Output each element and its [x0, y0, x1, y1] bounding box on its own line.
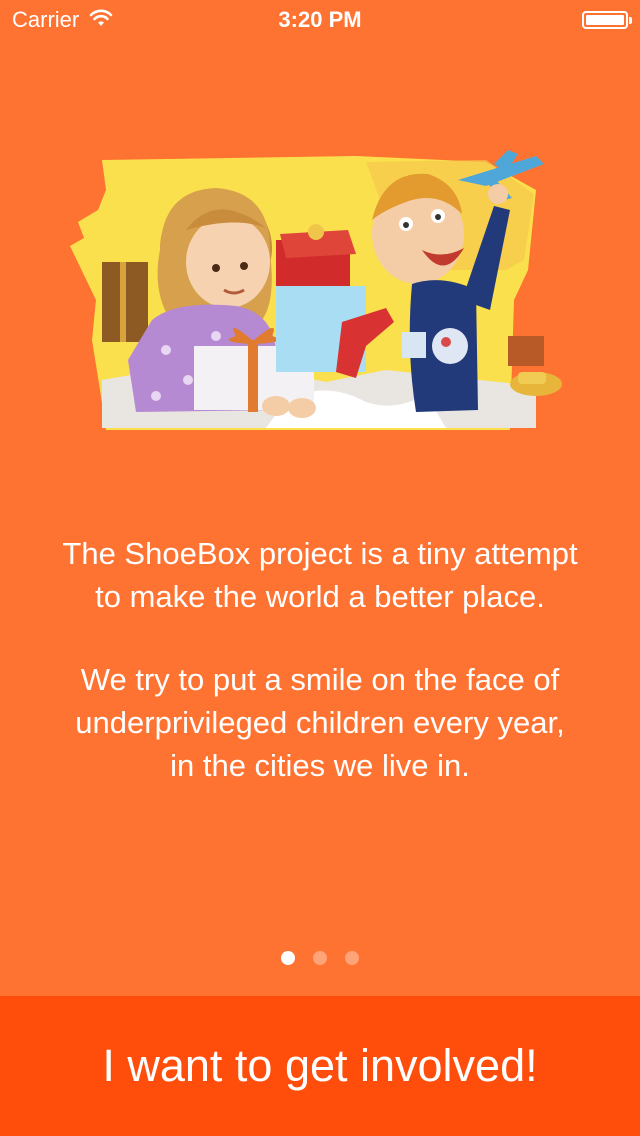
onboarding-screen: Carrier 3:20 PM The ShoeBox project is a… — [0, 0, 640, 1136]
intro-paragraph: We try to put a smile on the face of und… — [75, 662, 565, 783]
status-bar: Carrier 3:20 PM — [0, 0, 640, 40]
page-dot-active[interactable] — [281, 951, 295, 965]
status-left: Carrier — [0, 7, 113, 33]
wifi-icon — [89, 7, 113, 33]
intro-text: The ShoeBox project is a tiny attempt to… — [60, 532, 580, 787]
children-opening-gifts-illustration — [66, 150, 576, 432]
carrier-label: Carrier — [12, 7, 80, 32]
intro-paragraph: The ShoeBox project is a tiny attempt to… — [62, 536, 578, 614]
page-indicator[interactable] — [0, 951, 640, 965]
status-right — [582, 11, 640, 29]
get-involved-button[interactable]: I want to get involved! — [0, 996, 640, 1136]
battery-icon — [582, 11, 632, 29]
page-dot[interactable] — [313, 951, 327, 965]
page-dot[interactable] — [345, 951, 359, 965]
